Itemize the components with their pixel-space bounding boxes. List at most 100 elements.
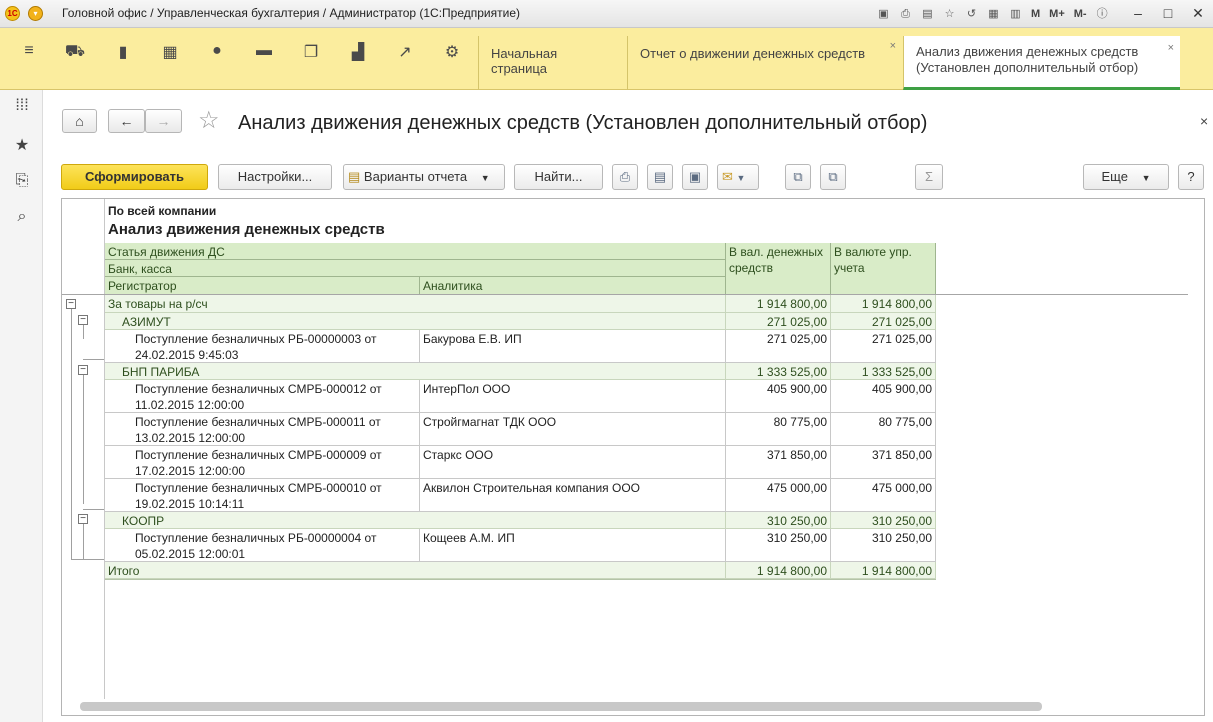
home-icon: ⌂ (75, 113, 84, 129)
forward-button[interactable]: → (145, 109, 182, 133)
report-title: Анализ движения денежных средств (108, 221, 385, 238)
header-bank: Банк, касса (105, 260, 726, 277)
maximize-button[interactable]: □ (1153, 0, 1183, 28)
tab-label: Начальная страница (491, 46, 558, 76)
close-window-button[interactable]: ✕ (1183, 0, 1213, 28)
ruble-icon[interactable]: ● (202, 42, 232, 66)
arrow-right-icon: → (156, 113, 171, 129)
grid-icon[interactable]: ▦ (155, 42, 185, 66)
tree-line (83, 374, 84, 504)
report-scope: По всей компании (108, 204, 217, 218)
analytics-cell: Аквилон Строительная компания ООО (420, 479, 726, 511)
info-icon[interactable]: ⓘ (1093, 5, 1112, 23)
memory-m-button[interactable]: M (1028, 5, 1043, 23)
value-mgmt-cell: 271 025,00 (831, 330, 936, 362)
preview-icon: ▤ (653, 169, 667, 184)
close-icon[interactable]: × (1168, 40, 1174, 56)
arrow-left-icon: ← (119, 113, 134, 129)
preview-button[interactable]: ▤ (647, 164, 673, 190)
tab-cashflow-analysis[interactable]: Анализ движения денежных средств (Устано… (903, 36, 1180, 90)
app-logo-icon: 1С (5, 6, 20, 21)
home-button[interactable]: ⌂ (62, 109, 97, 133)
preview-icon[interactable]: ▤ (918, 5, 937, 23)
analytics-cell: ИнтерПол ООО (420, 380, 726, 412)
registrar-cell: Поступление безналичных СМРБ-000010 от 19… (105, 479, 420, 511)
horizontal-scrollbar[interactable] (80, 702, 1042, 711)
favorite-star-icon[interactable]: ☆ (198, 108, 220, 134)
generate-button[interactable]: Сформировать (61, 164, 208, 190)
cart-icon[interactable]: ⛟ (60, 42, 90, 66)
memory-m-plus-button[interactable]: M+ (1046, 5, 1068, 23)
settings-button[interactable]: Настройки... (218, 164, 332, 190)
collapse-toggle[interactable]: − (78, 365, 88, 375)
memory-m-minus-button[interactable]: M- (1071, 5, 1090, 23)
find-button[interactable]: Найти... (514, 164, 603, 190)
paste-button[interactable]: ⧉ (820, 164, 846, 190)
favorites-star-icon[interactable]: ★ (10, 135, 34, 159)
window-controls: – □ ✕ (1123, 0, 1213, 28)
save-icon[interactable]: ▣ (874, 5, 893, 23)
table-row: Поступление безналичных СМРБ-000010 от 19… (105, 479, 936, 512)
window-titlebar: 1С ▾ Головной офис / Управленческая бухг… (0, 0, 1213, 28)
tab-cashflow-report[interactable]: Отчет о движении денежных средств × (627, 36, 902, 90)
value-money-cell: 80 775,00 (726, 413, 831, 445)
registrar-cell: Поступление безналичных СМРБ-000012 от 11… (105, 380, 420, 412)
print-button[interactable]: ⎙ (612, 164, 638, 190)
envelope-icon: ✉ (722, 169, 733, 184)
analytics-cell: Бакурова Е.В. ИП (420, 330, 726, 362)
collapse-toggle[interactable]: − (78, 315, 88, 325)
close-icon[interactable]: × (890, 40, 896, 52)
left-panel: ⁞⁞⁞ ★ ⎘ ⌕ (0, 90, 43, 722)
sum-button[interactable]: Σ (915, 164, 943, 190)
help-button[interactable]: ? (1178, 164, 1204, 190)
group-value-mgmt: 1 914 800,00 (831, 295, 936, 312)
history-icon[interactable]: ↺ (962, 5, 981, 23)
trend-icon[interactable]: ↗ (390, 42, 420, 66)
tree-line (83, 559, 104, 560)
collapse-toggle[interactable]: − (78, 514, 88, 524)
report-spreadsheet[interactable]: По всей компании Анализ движения денежны… (61, 198, 1205, 716)
page-title: Анализ движения денежных средств (Устано… (238, 112, 928, 134)
bag-icon[interactable]: ▮ (108, 42, 138, 66)
table-row: Поступление безналичных РБ-00000004 от 05… (105, 529, 936, 562)
send-email-button[interactable]: ✉ ▼ (717, 164, 759, 190)
vertical-scrollbar[interactable] (1197, 205, 1203, 695)
header-article: Статья движения ДС (105, 243, 726, 260)
report-variants-button[interactable]: ▤ Варианты отчета ▼ (343, 164, 505, 190)
registrar-cell: Поступление безналичных СМРБ-000011 от 13… (105, 413, 420, 445)
registrar-line: Поступление безналичных СМРБ-000009 от (135, 448, 382, 462)
titlebar-tools: ▣ ⎙ ▤ ☆ ↺ ▦ ▥ M M+ M- ⓘ (874, 5, 1112, 23)
table-row: Поступление безналичных РБ-00000003 от 24… (105, 330, 936, 363)
registrar-date: 05.02.2015 12:00:01 (135, 547, 246, 561)
main-menu-icon[interactable]: ▾ (28, 6, 43, 21)
copy-button[interactable]: ⧉ (785, 164, 811, 190)
print-icon[interactable]: ⎙ (896, 5, 915, 23)
search-icon[interactable]: ⌕ (10, 208, 34, 232)
back-button[interactable]: ← (108, 109, 145, 133)
header-analytics: Аналитика (420, 277, 726, 295)
truck-icon[interactable]: ▬ (249, 42, 279, 66)
history-icon[interactable]: ⎘ (10, 172, 34, 196)
minimize-button[interactable]: – (1123, 0, 1153, 28)
favorite-icon[interactable]: ☆ (940, 5, 959, 23)
registrar-date: 11.02.2015 12:00:00 (135, 398, 245, 412)
tab-home[interactable]: Начальная страница (478, 36, 626, 90)
gear-icon[interactable]: ⚙ (437, 42, 467, 66)
group-label: БНП ПАРИБА (105, 363, 726, 379)
table-row: Поступление безналичных СМРБ-000011 от 13… (105, 413, 936, 446)
registrar-line: Поступление безналичных РБ-00000003 от (135, 332, 377, 346)
calendar-icon[interactable]: ▥ (1006, 5, 1025, 23)
chevron-down-icon: ▼ (1141, 173, 1151, 183)
header-currency-money: В вал. денежных средств (726, 243, 831, 295)
menu-icon[interactable]: ≡ (14, 42, 44, 66)
close-form-icon[interactable]: × (1200, 113, 1208, 129)
bar-chart-icon[interactable]: ▟ (343, 42, 373, 66)
collapse-toggle[interactable]: − (66, 299, 76, 309)
apps-icon[interactable]: ⁞⁞⁞ (10, 97, 34, 121)
documents-icon[interactable]: ❐ (296, 42, 326, 66)
more-button[interactable]: Еще ▼ (1083, 164, 1169, 190)
group-value-money: 310 250,00 (726, 512, 831, 528)
calculator-icon[interactable]: ▦ (984, 5, 1003, 23)
save-button[interactable]: ▣ (682, 164, 708, 190)
analytics-cell: Старкс ООО (420, 446, 726, 478)
